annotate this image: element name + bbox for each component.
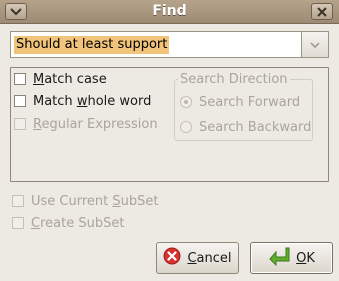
title-bar: Find — [0, 0, 339, 24]
close-button[interactable] — [311, 3, 333, 20]
match-case-option[interactable]: Match case — [14, 70, 107, 88]
search-forward-label: Search Forward — [199, 94, 301, 110]
create-subset-label: Create SubSet — [31, 215, 125, 231]
create-subset-checkbox[interactable] — [12, 217, 24, 229]
search-dropdown-button[interactable] — [302, 31, 329, 58]
ok-arrow-icon — [268, 246, 290, 270]
search-forward-option[interactable]: Search Forward — [180, 93, 300, 111]
cancel-button[interactable]: Cancel — [156, 242, 239, 274]
use-current-subset-label: Use Current SubSet — [31, 193, 159, 209]
match-whole-word-option[interactable]: Match whole word — [14, 92, 151, 110]
match-whole-word-label: Match whole word — [33, 93, 152, 109]
search-backward-label: Search Backward — [199, 119, 312, 135]
search-input[interactable]: Should at least support — [10, 31, 302, 58]
search-backward-option[interactable]: Search Backward — [180, 118, 311, 136]
ok-label: OK — [296, 250, 315, 266]
search-forward-radio[interactable] — [180, 96, 192, 108]
search-text: Should at least support — [14, 36, 170, 54]
regular-expression-label: Regular Expression — [33, 116, 158, 132]
search-backward-radio[interactable] — [180, 121, 192, 133]
use-current-subset-option[interactable]: Use Current SubSet — [12, 192, 159, 210]
create-subset-option[interactable]: Create SubSet — [12, 214, 124, 232]
match-whole-word-checkbox[interactable] — [14, 95, 26, 107]
cancel-label: Cancel — [187, 250, 232, 266]
regular-expression-checkbox[interactable] — [14, 118, 26, 130]
regular-expression-option[interactable]: Regular Expression — [14, 115, 158, 133]
search-direction-title: Search Direction — [178, 72, 290, 87]
chevron-down-icon — [310, 37, 320, 52]
match-case-checkbox[interactable] — [14, 73, 26, 85]
search-combo[interactable]: Should at least support — [10, 31, 329, 58]
close-icon — [317, 6, 327, 17]
window-title: Find — [152, 3, 187, 19]
use-current-subset-checkbox[interactable] — [12, 195, 24, 207]
ok-button[interactable]: OK — [250, 242, 333, 274]
match-case-label: Match case — [33, 71, 107, 87]
cancel-icon — [163, 247, 181, 269]
